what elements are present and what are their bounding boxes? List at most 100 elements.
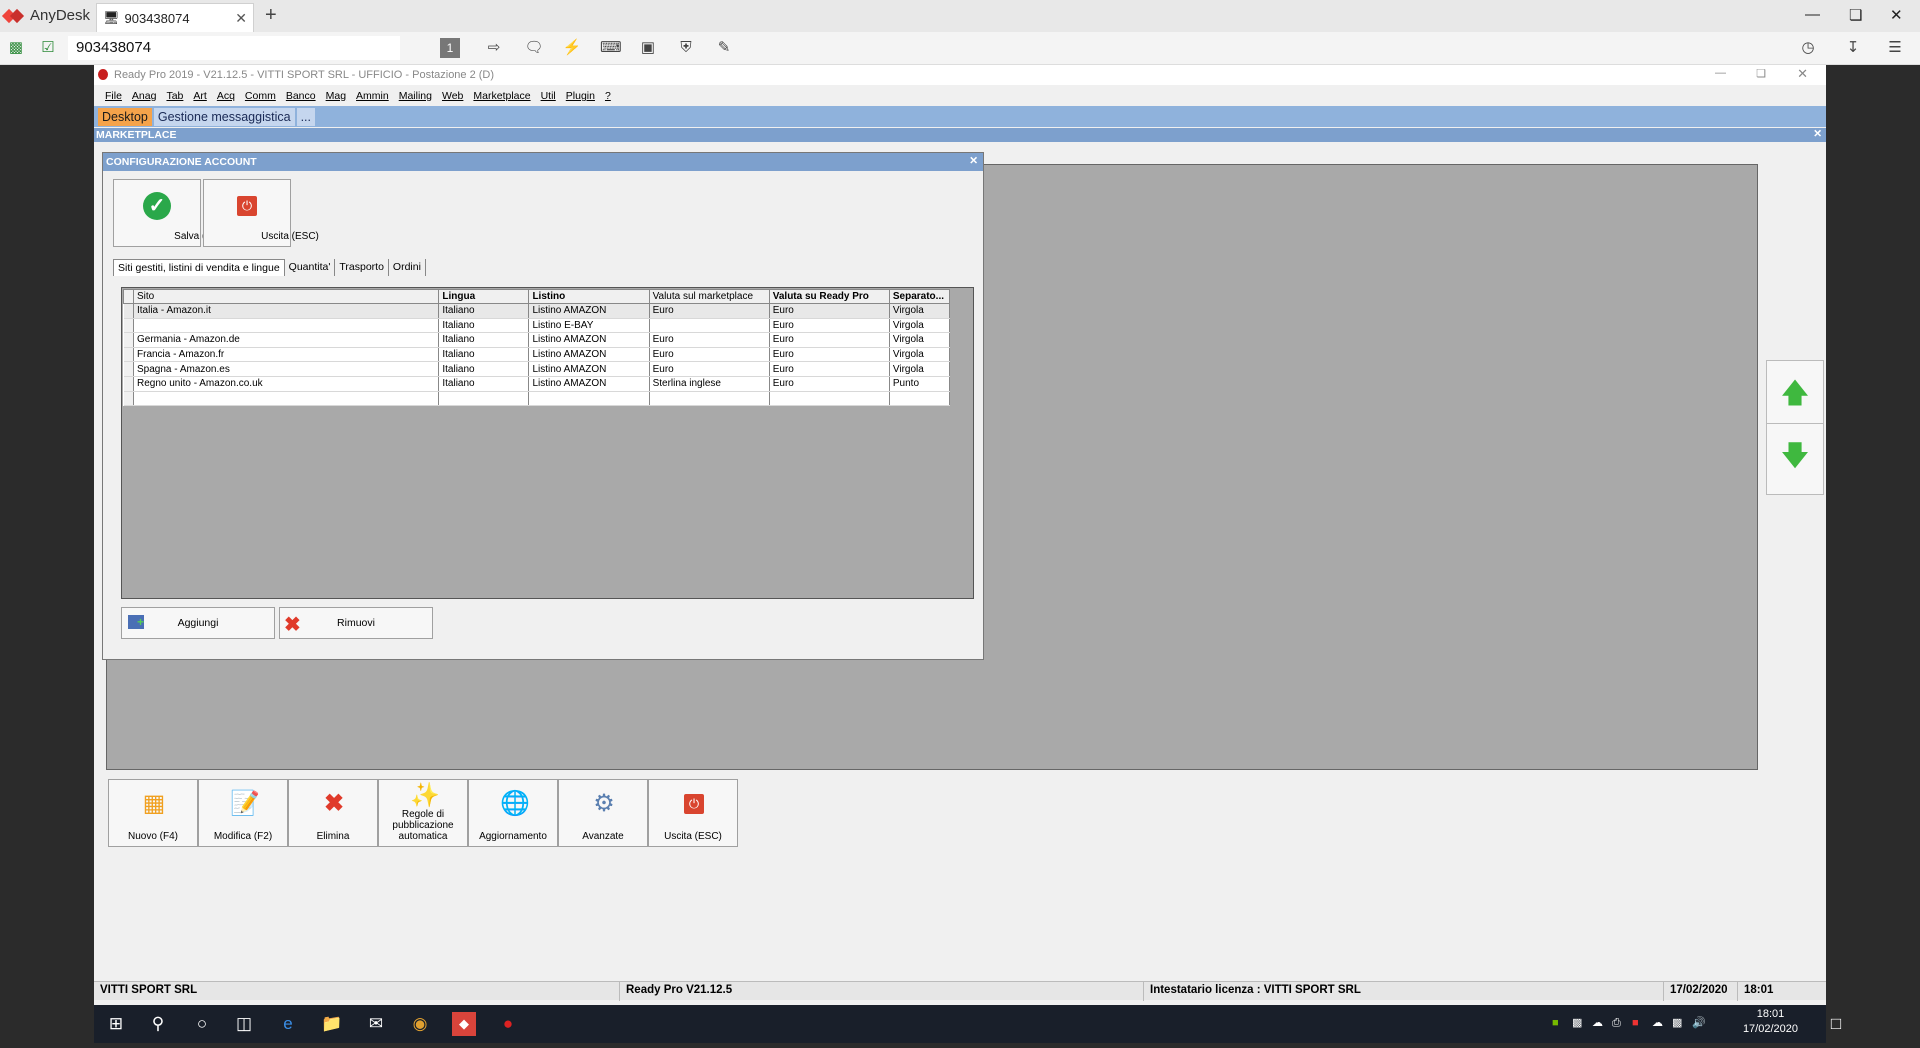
table-row[interactable]: Italia - Amazon.it Italiano Listino AMAZ… [123, 303, 951, 319]
table-row[interactable]: Italiano Listino E-BAY Euro Virgola [123, 318, 951, 334]
move-up-button[interactable]: 🡅 [1766, 360, 1824, 432]
menu-util[interactable]: Util [536, 87, 561, 105]
cell-lingua[interactable]: Italiano [438, 361, 530, 377]
cell-separatore[interactable]: Punto [889, 376, 951, 392]
menu-anag[interactable]: Anag [127, 87, 162, 105]
delete-button[interactable]: ✖ Elimina [288, 779, 378, 847]
history-icon[interactable]: ◷ [1798, 38, 1818, 58]
tab-more[interactable]: ... [296, 107, 315, 126]
cell-listino[interactable]: Listino AMAZON [528, 332, 650, 348]
row-header[interactable] [123, 332, 134, 348]
tab-desktop[interactable]: Desktop [98, 107, 152, 126]
chat-icon[interactable]: 🗨 [524, 38, 544, 58]
download-icon[interactable]: ↧ [1843, 38, 1863, 58]
network-icon[interactable]: ▩ [1672, 1016, 1686, 1030]
tab-gestione-messaggistica[interactable]: Gestione messaggistica [153, 107, 295, 126]
close-tab-icon[interactable]: ✕ [235, 10, 247, 27]
nvidia-icon[interactable]: ■ [1552, 1016, 1566, 1030]
cell-valuta-marketplace[interactable]: Sterlina inglese [649, 376, 770, 392]
table-row[interactable]: Regno unito - Amazon.co.uk Italiano List… [123, 376, 951, 392]
edge-icon[interactable]: e [276, 1012, 300, 1036]
taskbar-clock[interactable]: 18:01 17/02/2020 [1743, 1007, 1798, 1037]
menu-help[interactable]: ? [600, 87, 616, 105]
cell-separatore[interactable]: Virgola [889, 332, 951, 348]
cell-listino[interactable]: Listino AMAZON [528, 361, 650, 377]
tab-quantita[interactable]: Quantita' [285, 259, 336, 276]
menu-web[interactable]: Web [437, 87, 468, 105]
cell-sito[interactable]: Francia - Amazon.fr [133, 347, 440, 363]
cell-valuta-ready-pro[interactable]: Euro [769, 332, 890, 348]
cell-listino[interactable]: Listino AMAZON [528, 347, 650, 363]
cell-listino[interactable]: Listino E-BAY [528, 318, 650, 334]
cell-separatore[interactable]: Virgola [889, 303, 951, 319]
cell-separatore[interactable] [889, 391, 951, 407]
menu-art[interactable]: Art [188, 87, 211, 105]
anydesk-tray-icon[interactable]: ■ [1632, 1016, 1646, 1030]
chrome-icon[interactable]: ◉ [408, 1012, 432, 1036]
col-valuta-marketplace[interactable]: Valuta sul marketplace [648, 289, 770, 304]
menu-tab[interactable]: Tab [161, 87, 188, 105]
table-row[interactable] [123, 391, 951, 407]
printer-icon[interactable]: ⎙ [1612, 1016, 1626, 1030]
publication-rules-button[interactable]: ✨ Regole di pubblicazione automatica [378, 779, 468, 847]
cell-valuta-ready-pro[interactable] [769, 391, 890, 407]
cell-valuta-marketplace[interactable]: Euro [649, 347, 770, 363]
menu-marketplace[interactable]: Marketplace [468, 87, 535, 105]
move-down-button[interactable]: 🡇 [1766, 423, 1824, 495]
cell-separatore[interactable]: Virgola [889, 361, 951, 377]
address-field[interactable]: 903438074 [68, 36, 400, 60]
dialog-exit-button[interactable]: ⏻ Uscita (ESC) [203, 179, 319, 247]
onedrive-icon[interactable]: ☁ [1652, 1016, 1666, 1030]
menu-plugin[interactable]: Plugin [561, 87, 600, 105]
app-minimize-icon[interactable]: — [1715, 67, 1726, 79]
menu-file[interactable]: File [100, 87, 127, 105]
close-window-icon[interactable]: ✕ [1890, 6, 1903, 24]
cell-valuta-marketplace[interactable] [649, 318, 770, 334]
mail-icon[interactable]: ✉ [364, 1012, 388, 1036]
cell-valuta-marketplace[interactable]: Euro [649, 303, 770, 319]
tab-ordini[interactable]: Ordini [389, 259, 426, 276]
anydesk-task-icon[interactable]: ◆ [452, 1012, 476, 1036]
cell-lingua[interactable]: Italiano [438, 303, 530, 319]
cell-separatore[interactable]: Virgola [889, 347, 951, 363]
transfer-icon[interactable]: ⇨ [484, 38, 504, 58]
cell-listino[interactable]: Listino AMAZON [528, 376, 650, 392]
cell-lingua[interactable]: Italiano [438, 332, 530, 348]
cell-sito[interactable]: Spagna - Amazon.es [133, 361, 440, 377]
search-icon[interactable]: ⚲ [146, 1012, 170, 1036]
cell-valuta-marketplace[interactable] [649, 391, 770, 407]
windows-start-icon[interactable]: ⊞ [104, 1012, 128, 1036]
close-marketplace-icon[interactable]: ✕ [1813, 128, 1822, 140]
row-header[interactable] [123, 361, 134, 377]
cortana-icon[interactable]: ○ [190, 1012, 214, 1036]
menu-banco[interactable]: Banco [281, 87, 321, 105]
app-restore-icon[interactable]: ❏ [1756, 67, 1766, 80]
row-header[interactable] [123, 347, 134, 363]
restore-icon[interactable]: ❏ [1849, 6, 1862, 24]
table-row[interactable]: Spagna - Amazon.es Italiano Listino AMAZ… [123, 361, 951, 377]
toolbar-exit-button[interactable]: ⏻ Uscita (ESC) [648, 779, 738, 847]
menu-mailing[interactable]: Mailing [394, 87, 437, 105]
network-share-icon[interactable]: ▩ [1572, 1016, 1586, 1030]
add-button[interactable]: + Aggiungi [121, 607, 275, 639]
pen-icon[interactable]: ✎ [714, 38, 734, 58]
display-1-icon[interactable]: 1 [440, 38, 460, 58]
menu-icon[interactable]: ☰ [1885, 38, 1905, 58]
dialog-close-icon[interactable]: ✕ [969, 155, 978, 167]
session-tab[interactable]: 🖥 903438074 ✕ [96, 3, 254, 32]
edit-button[interactable]: 📝 Modifica (F2) [198, 779, 288, 847]
menu-comm[interactable]: Comm [240, 87, 281, 105]
task-view-icon[interactable]: ◫ [232, 1012, 256, 1036]
row-header[interactable] [123, 318, 134, 334]
tab-siti-gestiti[interactable]: Siti gestiti, listini di vendita e lingu… [113, 259, 285, 276]
col-listino[interactable]: Listino [528, 289, 650, 304]
table-row[interactable]: Francia - Amazon.fr Italiano Listino AMA… [123, 347, 951, 363]
cell-separatore[interactable]: Virgola [889, 318, 951, 334]
col-valuta-ready-pro[interactable]: Valuta su Ready Pro [768, 289, 890, 304]
notifications-icon[interactable]: □ [1826, 1012, 1846, 1036]
remove-button[interactable]: ✖ Rimuovi [279, 607, 433, 639]
file-explorer-icon[interactable]: 📁 [320, 1012, 344, 1036]
cell-listino[interactable] [528, 391, 650, 407]
cell-valuta-ready-pro[interactable]: Euro [769, 303, 890, 319]
cell-listino[interactable]: Listino AMAZON [528, 303, 650, 319]
